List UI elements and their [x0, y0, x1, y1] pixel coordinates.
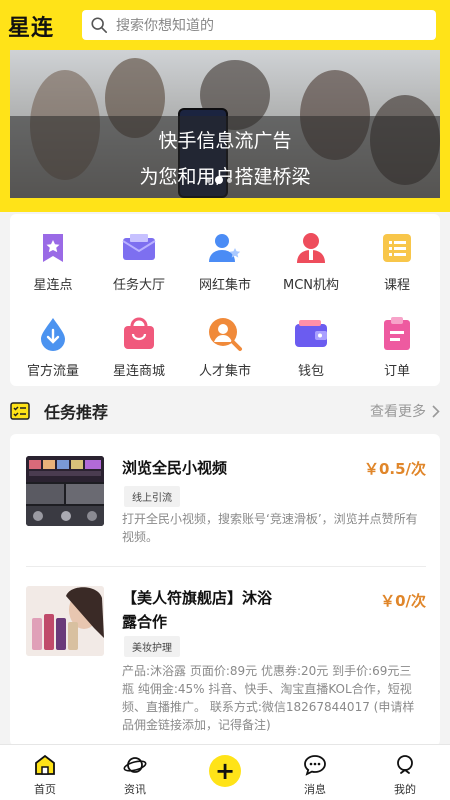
home-icon	[35, 754, 55, 775]
tab-messages[interactable]: 消息	[270, 745, 360, 800]
category-label: 任务大厅	[112, 278, 165, 293]
category-label: 网红集市	[198, 278, 251, 293]
clipboard-icon	[379, 316, 415, 352]
app-logo: 星连	[8, 15, 55, 41]
category-label: 课程	[383, 278, 410, 293]
banner-headline: 快手信息流广告	[158, 130, 292, 152]
divider	[26, 566, 426, 567]
task-price: ￥0/次	[380, 592, 426, 610]
category-official-traffic[interactable]: 官方流量	[10, 300, 96, 386]
category-label: MCN机构	[282, 278, 340, 293]
pagination-dot	[227, 178, 232, 183]
task-list: 浏览全民小视频 ￥0.5/次 线上引流 打开全民小视频，搜索账号‘竞速滑板’，浏…	[10, 434, 440, 746]
search-input[interactable]: 搜索你想知道的	[116, 15, 214, 35]
category-wallet[interactable]: 钱包	[268, 300, 354, 386]
tab-profile[interactable]: 我的	[360, 745, 450, 800]
task-title-line: 露合作	[122, 613, 168, 631]
task-thumbnail	[26, 456, 104, 526]
checklist-icon	[10, 402, 30, 420]
category-mcn-agency[interactable]: MCN机构	[268, 214, 354, 300]
wallet-icon	[293, 316, 329, 352]
task-card[interactable]: 浏览全民小视频 ￥0.5/次 线上引流 打开全民小视频，搜索账号‘竞速滑板’，浏…	[26, 456, 426, 566]
category-talent-market[interactable]: 人才集市	[182, 300, 268, 386]
category-orders[interactable]: 订单	[354, 300, 440, 386]
water-drop-icon	[35, 316, 71, 352]
agency-icon	[293, 230, 329, 266]
star-bookmark-icon	[35, 230, 71, 266]
chat-icon	[304, 755, 326, 776]
task-recommend-header: 任务推荐 查看更多	[10, 398, 440, 424]
list-icon	[379, 230, 415, 266]
task-description: 打开全民小视频，搜索账号‘竞速滑板’，浏览并点赞所有视频。	[122, 512, 418, 544]
tab-home[interactable]: 首页	[0, 745, 90, 800]
task-title: 【美人符旗舰店】沐浴 露合作	[122, 586, 272, 634]
task-title: 浏览全民小视频	[122, 459, 228, 477]
header: 星连 搜索你想知道的 快手信息流广告 为您和用户搭建桥梁	[0, 0, 450, 212]
search-bar[interactable]: 搜索你想知道的	[82, 10, 436, 40]
category-mall[interactable]: 星连商城	[96, 300, 182, 386]
chevron-right-icon	[432, 404, 440, 418]
task-title-line: 【美人符旗舰店】沐浴	[122, 589, 273, 607]
category-grid: 星连点 任务大厅 网红集市 MCN机构 课程 官方流量 星连商城 人才集市 钱包…	[10, 214, 440, 386]
search-icon	[91, 17, 108, 34]
person-star-icon	[207, 230, 243, 266]
task-price: ￥0.5/次	[363, 460, 426, 478]
user-icon	[397, 755, 413, 774]
category-label: 官方流量	[26, 364, 79, 379]
tab-label: 消息	[304, 783, 326, 796]
task-card[interactable]: 【美人符旗舰店】沐浴 露合作 ￥0/次 美妆护理 产品:沐浴露 页面价:89元 …	[26, 586, 426, 746]
category-label: 人才集市	[198, 364, 251, 379]
banner-pagination	[206, 176, 232, 184]
category-courses[interactable]: 课程	[354, 214, 440, 300]
pagination-dot-active	[215, 176, 223, 184]
tab-publish[interactable]: +	[180, 745, 270, 800]
pagination-dot	[206, 178, 211, 183]
see-more-link[interactable]: 查看更多	[370, 401, 440, 421]
planet-icon	[123, 757, 147, 773]
bottom-tab-bar: 首页 资讯 + 消息 我的	[0, 744, 450, 800]
talent-search-icon	[207, 316, 243, 352]
tab-label: 资讯	[124, 783, 146, 796]
task-description: 产品:沐浴露 页面价:89元 优惠券:20元 到手价:69元三瓶 纯佣金:45%…	[122, 664, 415, 732]
category-xinglian-points[interactable]: 星连点	[10, 214, 96, 300]
see-more-label: 查看更多	[370, 404, 426, 420]
shopping-bag-icon	[121, 316, 157, 352]
task-thumbnail	[26, 586, 104, 656]
category-label: 订单	[383, 364, 410, 379]
tab-news[interactable]: 资讯	[90, 745, 180, 800]
category-task-hall[interactable]: 任务大厅	[96, 214, 182, 300]
task-tag: 线上引流	[124, 486, 180, 507]
promo-banner[interactable]: 快手信息流广告 为您和用户搭建桥梁	[10, 50, 440, 198]
category-influencer-market[interactable]: 网红集市	[182, 214, 268, 300]
tab-label: 首页	[34, 783, 56, 796]
category-label: 钱包	[297, 364, 324, 379]
section-title: 任务推荐	[44, 403, 109, 422]
plus-icon: +	[209, 755, 241, 787]
envelope-icon	[121, 230, 157, 266]
tab-label: 我的	[394, 783, 416, 796]
category-label: 星连点	[33, 278, 73, 293]
task-tag: 美妆护理	[124, 636, 180, 657]
category-label: 星连商城	[112, 364, 165, 379]
banner-subline: 为您和用户搭建桥梁	[139, 166, 311, 188]
